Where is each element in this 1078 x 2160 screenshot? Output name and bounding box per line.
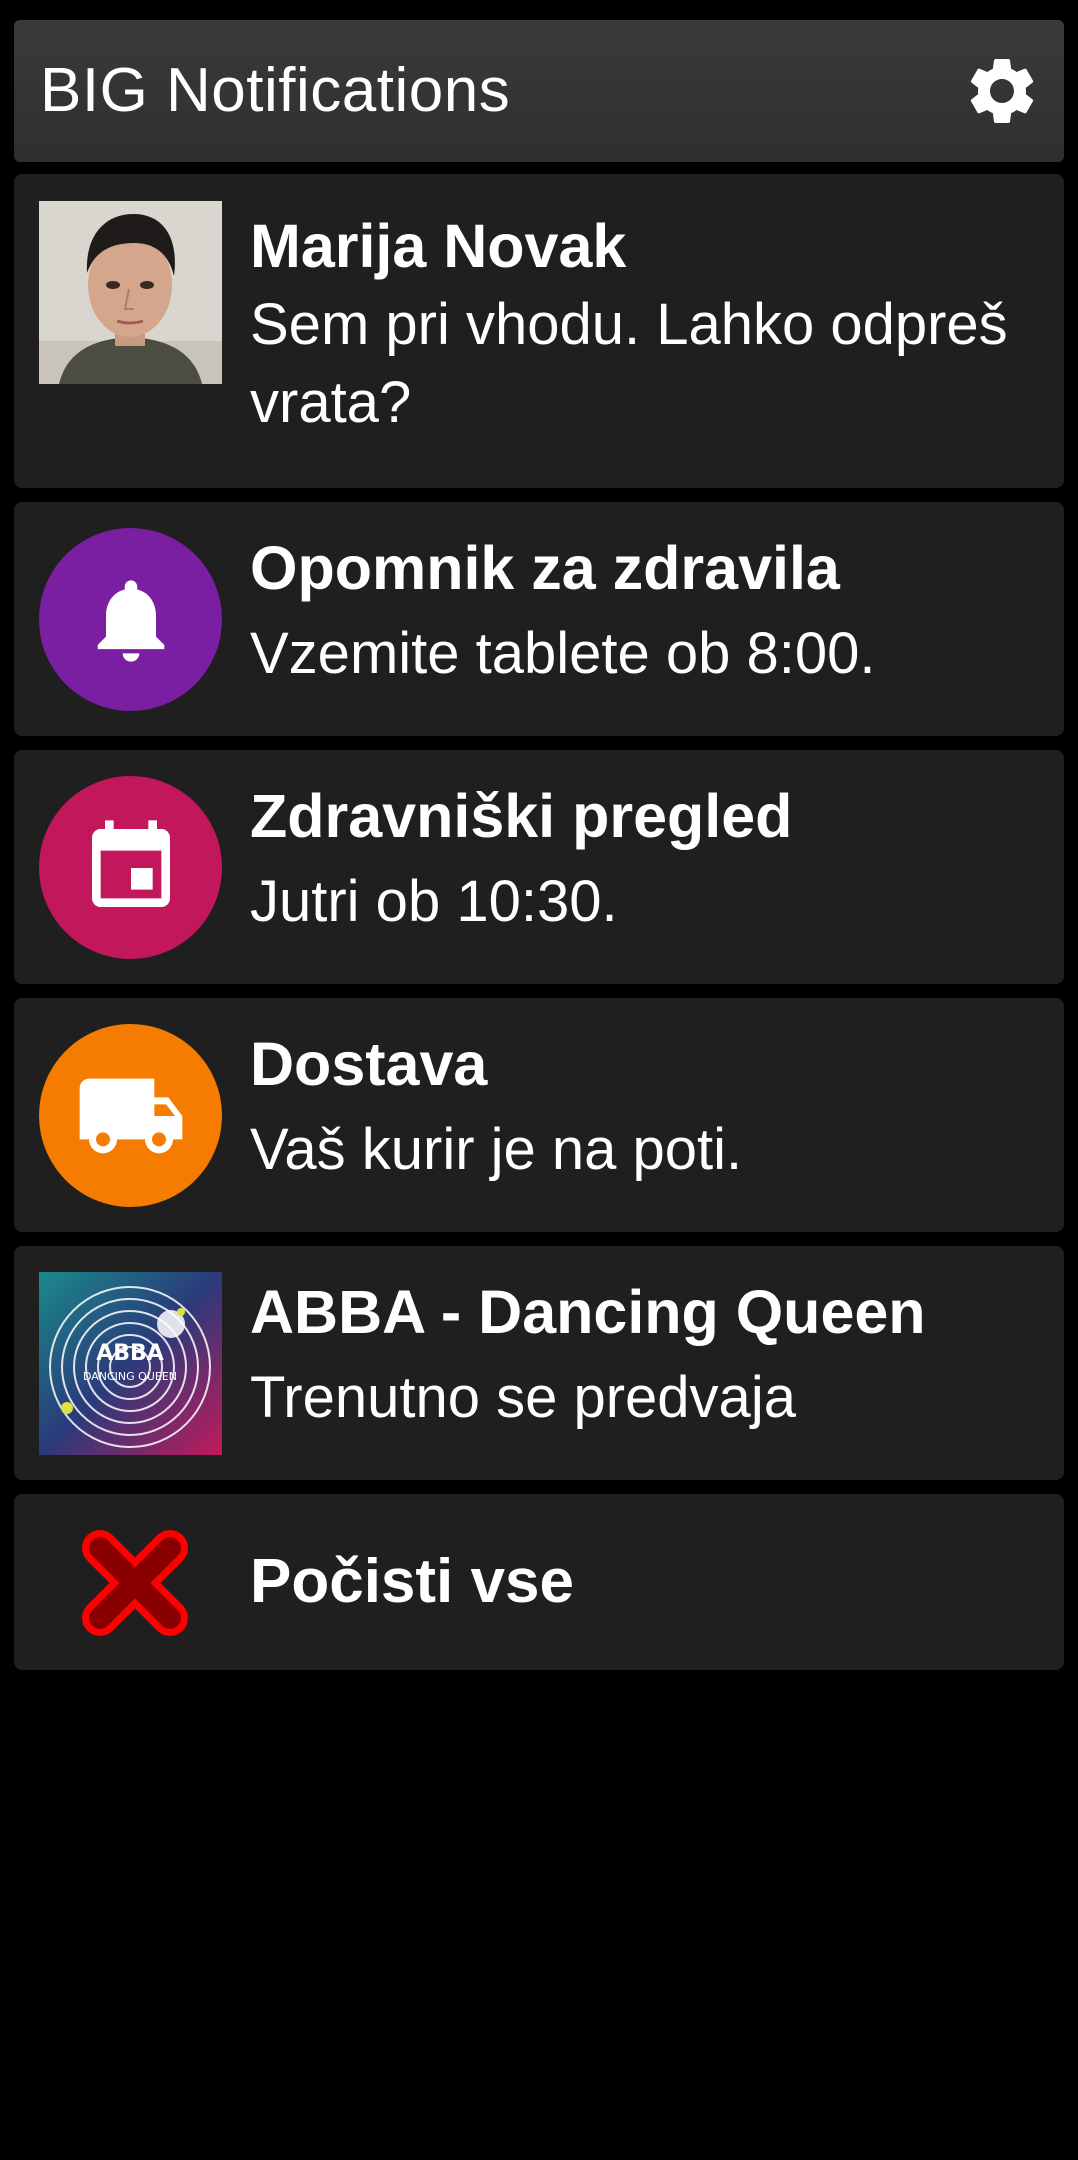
- notification-body: Sem pri vhodu. Lahko odpreš vrata?: [250, 292, 1008, 435]
- calendar-icon: [91, 819, 170, 907]
- notification-text: Dostava Vaš kurir je na poti.: [250, 1028, 1044, 1190]
- notification-card[interactable]: Dostava Vaš kurir je na poti.: [14, 998, 1064, 1232]
- bell-icon: [97, 579, 164, 662]
- notification-text: Zdravniški pregled Jutri ob 10:30.: [250, 780, 1044, 942]
- notification-title: Opomnik za zdravila: [250, 534, 840, 602]
- notification-title: Marija Novak: [250, 212, 627, 280]
- notification-text: Opomnik za zdravila Vzemite tablete ob 8…: [250, 532, 1044, 694]
- notification-card[interactable]: ABBA DANCING QUEEN ABBA - Dancing Queen …: [14, 1246, 1064, 1480]
- notification-text: Marija Novak Sem pri vhodu. Lahko odpreš…: [250, 210, 1044, 442]
- gear-icon: [970, 58, 1034, 123]
- app-header: BIG Notifications: [14, 20, 1064, 162]
- app-icon-circle: [39, 1024, 222, 1207]
- album-art-subtitle: DANCING QUEEN: [83, 1370, 177, 1383]
- clear-all-label: Počisti vse: [250, 1547, 574, 1616]
- app-title: BIG Notifications: [40, 56, 511, 125]
- app-icon-circle: [39, 528, 222, 711]
- app-icon-circle: [39, 776, 222, 959]
- notification-body: Vzemite tablete ob 8:00.: [250, 621, 876, 686]
- notification-body: Vaš kurir je na poti.: [250, 1117, 743, 1182]
- notifications-screen: BIG Notifications Marija Novak Sem pri v…: [0, 0, 1078, 2160]
- notification-card[interactable]: Marija Novak Sem pri vhodu. Lahko odpreš…: [14, 174, 1064, 488]
- notification-title: Dostava: [250, 1030, 488, 1098]
- close-icon: [78, 1526, 192, 1640]
- album-art-title: ABBA: [96, 1341, 164, 1366]
- clear-all-button[interactable]: Počisti vse: [14, 1494, 1064, 1670]
- notification-title: ABBA - Dancing Queen: [250, 1278, 926, 1346]
- notification-body: Trenutno se predvaja: [250, 1365, 796, 1430]
- settings-button[interactable]: [962, 51, 1042, 131]
- truck-icon: [79, 1078, 182, 1153]
- notification-title: Zdravniški pregled: [250, 782, 793, 850]
- notification-card[interactable]: Opomnik za zdravila Vzemite tablete ob 8…: [14, 502, 1064, 736]
- notification-text: ABBA - Dancing Queen Trenutno se predvaj…: [250, 1276, 1044, 1438]
- notification-card[interactable]: Zdravniški pregled Jutri ob 10:30.: [14, 750, 1064, 984]
- notification-body: Jutri ob 10:30.: [250, 869, 618, 934]
- album-art: ABBA DANCING QUEEN: [39, 1272, 222, 1455]
- contact-photo: [39, 201, 222, 384]
